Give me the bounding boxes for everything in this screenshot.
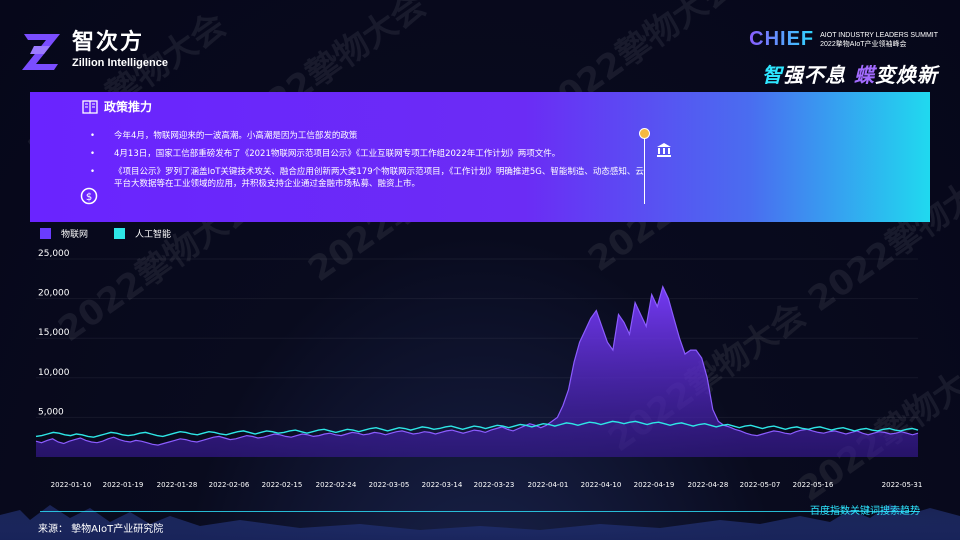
y-tick-label: 20,000	[38, 289, 70, 299]
x-tick-label: 2022-05-16	[793, 481, 834, 489]
x-tick-label: 2022-05-31	[882, 481, 923, 489]
x-tick-label: 2022-01-10	[51, 481, 92, 489]
legend-item-ai: 人工智能	[114, 227, 171, 240]
x-tick-label: 2022-02-06	[209, 481, 250, 489]
y-tick-label: 25,000	[38, 249, 70, 259]
y-tick-label: 10,000	[38, 368, 70, 378]
policy-list: 今年4月，物联网迎来的一波高潮。小高潮是因为工信部发的政策 4月13日，国家工信…	[90, 130, 650, 196]
x-tick-label: 2022-04-01	[528, 481, 569, 489]
logo-name-cn: 智次方	[72, 30, 145, 55]
iot-area	[36, 286, 918, 457]
summit-name-cn: 2022摯物AIoT产业领袖峰会	[820, 40, 907, 48]
x-tick-label: 2022-01-28	[157, 481, 198, 489]
x-tick-label: 2022-02-24	[316, 481, 357, 489]
x-tick-label: 2022-04-28	[688, 481, 729, 489]
legend-swatch	[114, 228, 126, 239]
legend-swatch	[40, 228, 51, 239]
legend-item-iot: 物联网	[40, 227, 88, 240]
slogan: 智强不息 蝶变焕新	[762, 63, 938, 87]
summit-name-en: AIOT INDUSTRY LEADERS SUMMIT	[820, 31, 938, 39]
banner-title: 政策推力	[82, 98, 152, 115]
list-item: 4月13日，国家工信部重磅发布了《2021物联网示范项目公示》《工业互联网专项工…	[90, 148, 650, 160]
pin-line	[644, 134, 645, 204]
chart-note: 百度指数关键词搜索趋势	[810, 506, 920, 517]
list-item: 今年4月，物联网迎来的一波高潮。小高潮是因为工信部发的政策	[90, 130, 650, 142]
legend-label: 人工智能	[135, 230, 172, 240]
x-tick-label: 2022-03-14	[422, 481, 463, 489]
pin-dot	[639, 128, 650, 139]
company-logo: 智次方 Zillion Intelligence	[20, 28, 168, 72]
footer-line	[40, 511, 920, 512]
book-icon	[82, 99, 98, 114]
x-tick-label: 2022-02-15	[262, 481, 303, 489]
banner-title-text: 政策推力	[104, 100, 153, 114]
x-tick-label: 2022-03-05	[369, 481, 410, 489]
list-item: 《项目公示》罗列了涵盖IoT关键技术攻关、融合应用创新两大类179个物联网示范项…	[90, 166, 650, 190]
policy-banner: 政策推力 今年4月，物联网迎来的一波高潮。小高潮是因为工信部发的政策 4月13日…	[30, 92, 930, 222]
trend-chart: 5,000 10,000 15,000 20,000 25,000 2022-01-10 2…	[35, 249, 923, 489]
legend-label: 物联网	[61, 230, 89, 240]
chief-logo: CHIEF	[749, 28, 815, 50]
x-tick-label: 2022-05-07	[740, 481, 781, 489]
x-tick-label: 2022-01-19	[103, 481, 144, 489]
y-tick-label: 5,000	[38, 407, 64, 417]
bank-icon	[657, 143, 671, 157]
svg-text:$: $	[86, 192, 92, 203]
x-tick-label: 2022-03-23	[474, 481, 515, 489]
iot-line	[35, 284, 919, 446]
y-tick-label: 15,000	[38, 328, 70, 338]
summit-brand: CHIEF AIOT INDUSTRY LEADERS SUMMIT 2022摯…	[749, 28, 938, 88]
source-note: 来源： 摯物AIoT产业研究院	[38, 524, 164, 535]
chart-legend: 物联网 人工智能	[40, 227, 197, 240]
x-tick-label: 2022-04-10	[581, 481, 622, 489]
logo-name-en: Zillion Intelligence	[72, 57, 168, 69]
money-icon: $	[80, 187, 98, 205]
x-tick-label: 2022-04-19	[634, 481, 675, 489]
z-logo-icon	[22, 34, 60, 70]
